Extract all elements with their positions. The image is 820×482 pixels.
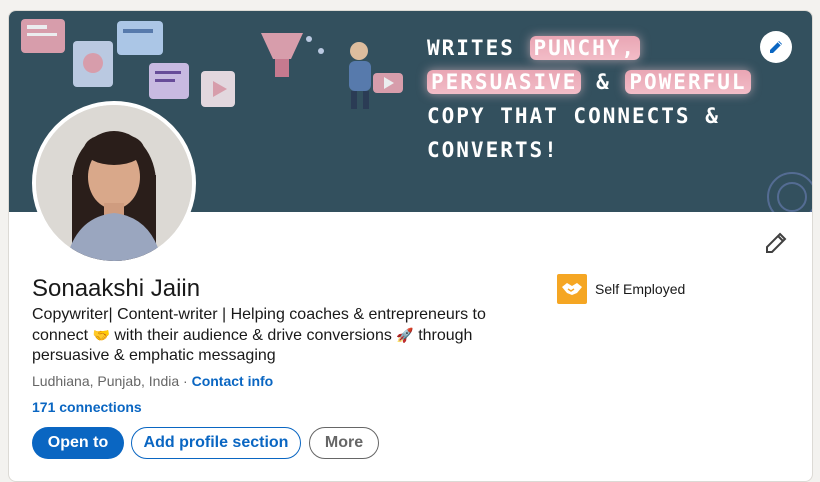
connections-link[interactable]: 171 connections — [32, 399, 142, 415]
edit-banner-button[interactable] — [760, 31, 792, 63]
company-name: Self Employed — [595, 281, 686, 297]
handshake-icon — [562, 283, 582, 295]
avatar-photo — [36, 105, 192, 261]
handshake-emoji: 🤝 — [92, 327, 110, 343]
banner-tagline: WRITES PUNCHY, PERSUASIVE & POWERFUL COP… — [427, 31, 751, 167]
tagline-highlight: PUNCHY, — [529, 36, 641, 60]
tagline-text: & — [581, 70, 626, 94]
pencil-icon — [770, 41, 782, 53]
current-company[interactable]: Self Employed — [557, 274, 685, 304]
more-button[interactable]: More — [309, 427, 379, 459]
avatar[interactable] — [32, 101, 196, 265]
rocket-emoji: 🚀 — [396, 327, 414, 343]
profile-name: Sonaakshi Jaiin — [32, 275, 201, 302]
banner-decoration-circle — [767, 172, 812, 212]
tagline-highlight: PERSUASIVE — [427, 70, 582, 94]
contact-info-link[interactable]: Contact info — [192, 373, 274, 389]
headline-text: with their audience & drive conversions — [114, 327, 397, 344]
company-logo — [557, 274, 587, 304]
pencil-icon — [766, 232, 787, 253]
tagline-highlight: POWERFUL — [625, 70, 751, 94]
separator: · — [179, 373, 192, 389]
edit-intro-button[interactable] — [764, 231, 788, 255]
open-to-button[interactable]: Open to — [32, 427, 124, 459]
profile-location-row: Ludhiana, Punjab, India · Contact info — [32, 373, 273, 389]
tagline-text: WRITES — [427, 36, 530, 60]
profile-location: Ludhiana, Punjab, India — [32, 373, 180, 389]
tagline-text: CONVERTS! — [427, 138, 559, 162]
tagline-text: COPY THAT CONNECTS & — [427, 104, 720, 128]
add-profile-section-button[interactable]: Add profile section — [131, 427, 301, 459]
profile-card: WRITES PUNCHY, PERSUASIVE & POWERFUL COP… — [8, 10, 813, 482]
profile-headline: Copywriter| Content-writer | Helping coa… — [32, 305, 512, 366]
